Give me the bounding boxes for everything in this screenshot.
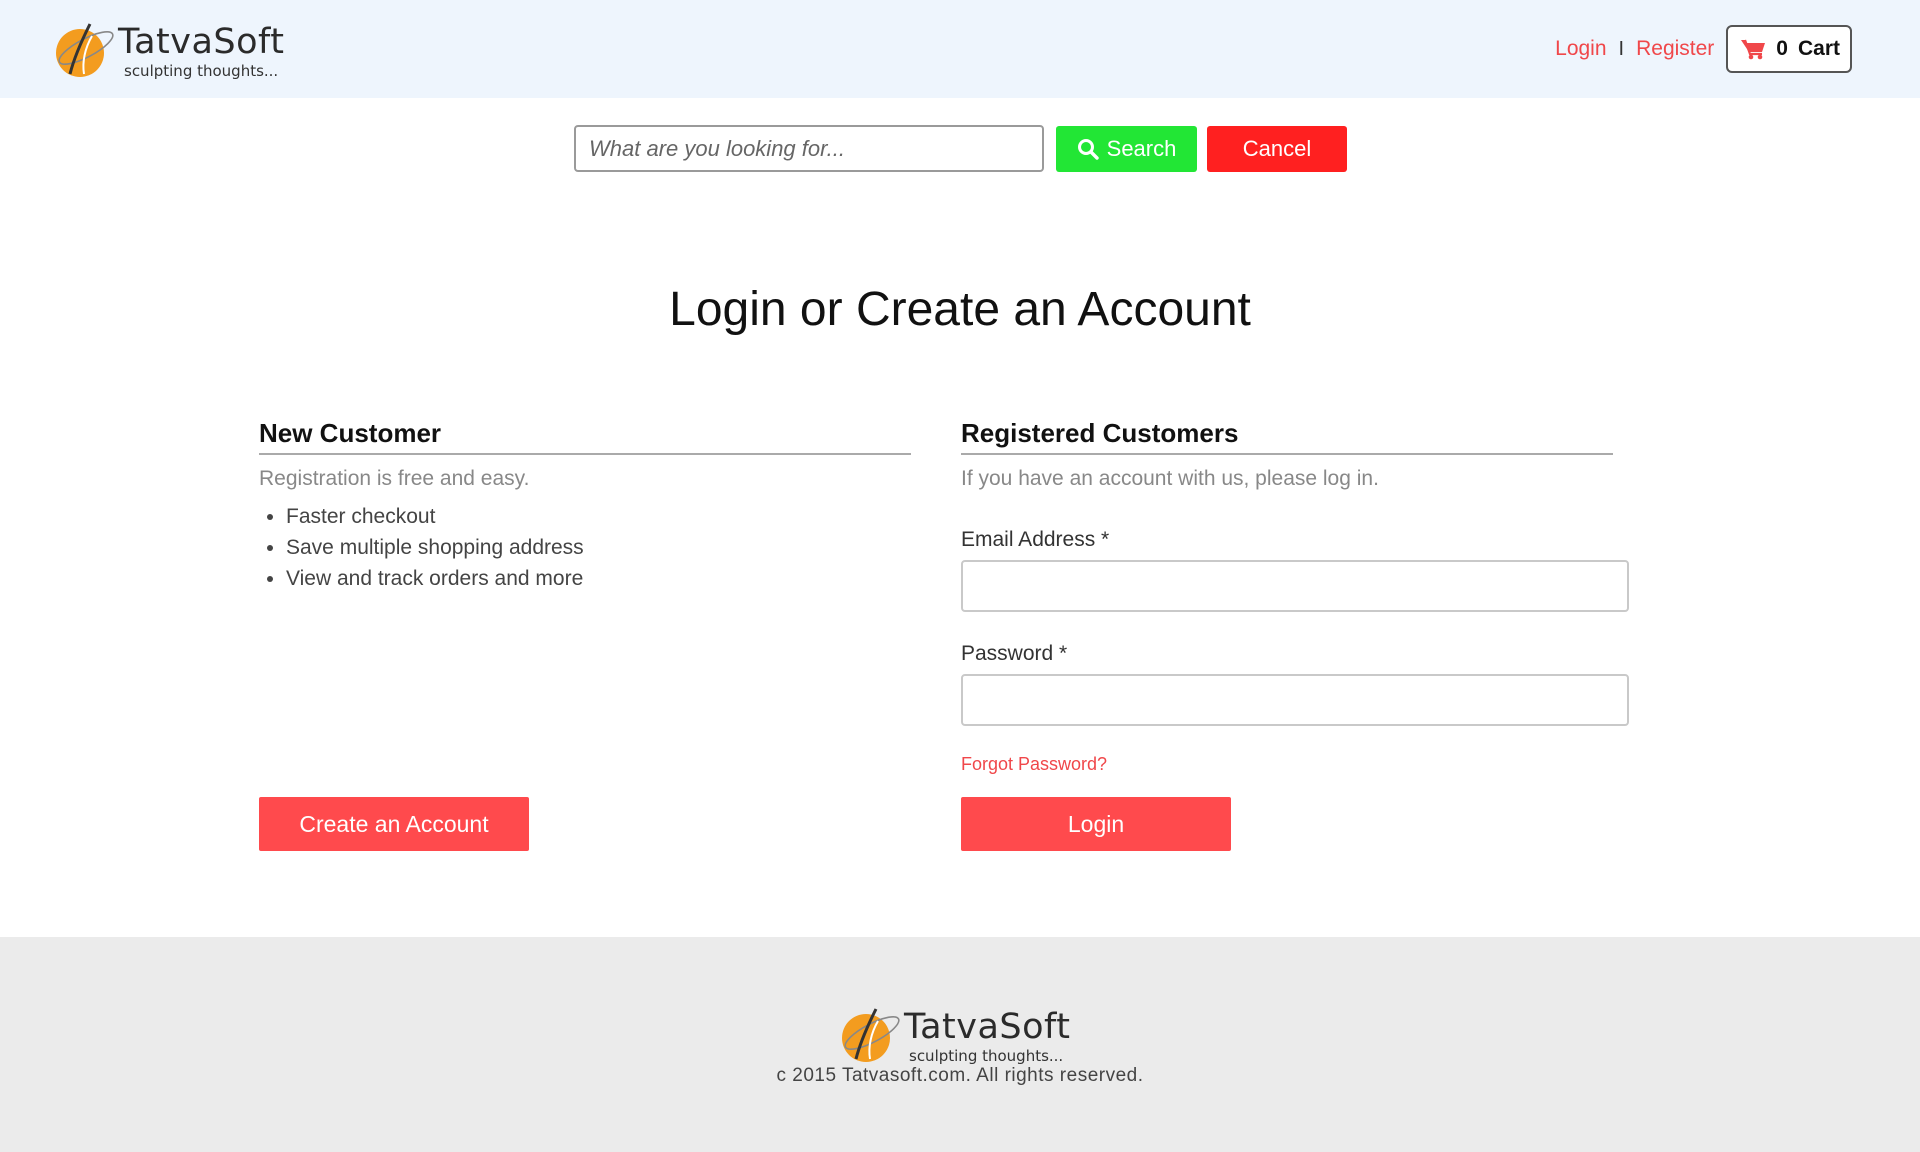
search-button-label: Search bbox=[1106, 136, 1177, 161]
create-account-button[interactable]: Create an Account bbox=[259, 797, 529, 851]
cart-count: 0 bbox=[1776, 37, 1788, 60]
account-links: Login I Register 0 Cart bbox=[1555, 25, 1852, 73]
cart-button[interactable]: 0 Cart bbox=[1726, 25, 1852, 73]
cancel-button[interactable]: Cancel bbox=[1207, 126, 1347, 172]
site-footer: TatvaSoft sculpting thoughts... c 2015 T… bbox=[0, 937, 1920, 1152]
list-item: Save multiple shopping address bbox=[286, 532, 911, 563]
copyright-text: c 2015 Tatvasoft.com. All rights reserve… bbox=[776, 1065, 1144, 1086]
email-field[interactable] bbox=[961, 560, 1629, 612]
list-item: View and track orders and more bbox=[286, 563, 911, 594]
footer-logo[interactable]: TatvaSoft sculpting thoughts... bbox=[838, 1003, 1098, 1067]
brand-name: TatvaSoft bbox=[118, 22, 285, 62]
footer-brand-tagline: sculpting thoughts... bbox=[909, 1047, 1064, 1065]
benefits-list: Faster checkout Save multiple shopping a… bbox=[259, 501, 911, 594]
cart-label: Cart bbox=[1797, 37, 1840, 60]
list-item: Faster checkout bbox=[286, 501, 911, 532]
new-customer-intro: Registration is free and easy. bbox=[259, 467, 530, 490]
password-field[interactable] bbox=[961, 674, 1629, 726]
search-button[interactable]: Search bbox=[1056, 126, 1197, 172]
new-customer-section: New Customer Registration is free and ea… bbox=[259, 418, 911, 851]
page-title: Login or Create an Account bbox=[669, 283, 1251, 336]
link-separator: I bbox=[1618, 37, 1625, 60]
search-input[interactable] bbox=[574, 125, 1044, 172]
login-button[interactable]: Login bbox=[961, 797, 1231, 851]
tatvasoft-logo-icon bbox=[56, 23, 114, 77]
email-label: Email Address * bbox=[961, 528, 1110, 551]
footer-brand-name: TatvaSoft bbox=[904, 1007, 1071, 1047]
cart-icon bbox=[1741, 39, 1766, 60]
search-icon bbox=[1077, 139, 1099, 160]
forgot-password-link[interactable]: Forgot Password? bbox=[961, 754, 1107, 775]
registered-intro: If you have an account with us, please l… bbox=[961, 467, 1379, 490]
header-logo[interactable]: TatvaSoft sculpting thoughts... bbox=[52, 18, 312, 82]
header-register-link[interactable]: Register bbox=[1636, 37, 1714, 61]
site-header: TatvaSoft sculpting thoughts... Login I … bbox=[0, 0, 1920, 98]
brand-tagline: sculpting thoughts... bbox=[124, 62, 279, 80]
password-label: Password * bbox=[961, 642, 1068, 665]
tatvasoft-logo-icon bbox=[842, 1008, 900, 1062]
new-customer-heading: New Customer bbox=[259, 418, 911, 455]
registered-customers-heading: Registered Customers bbox=[961, 418, 1613, 455]
registered-customers-section: Registered Customers If you have an acco… bbox=[961, 418, 1629, 851]
header-login-link[interactable]: Login bbox=[1555, 37, 1606, 61]
